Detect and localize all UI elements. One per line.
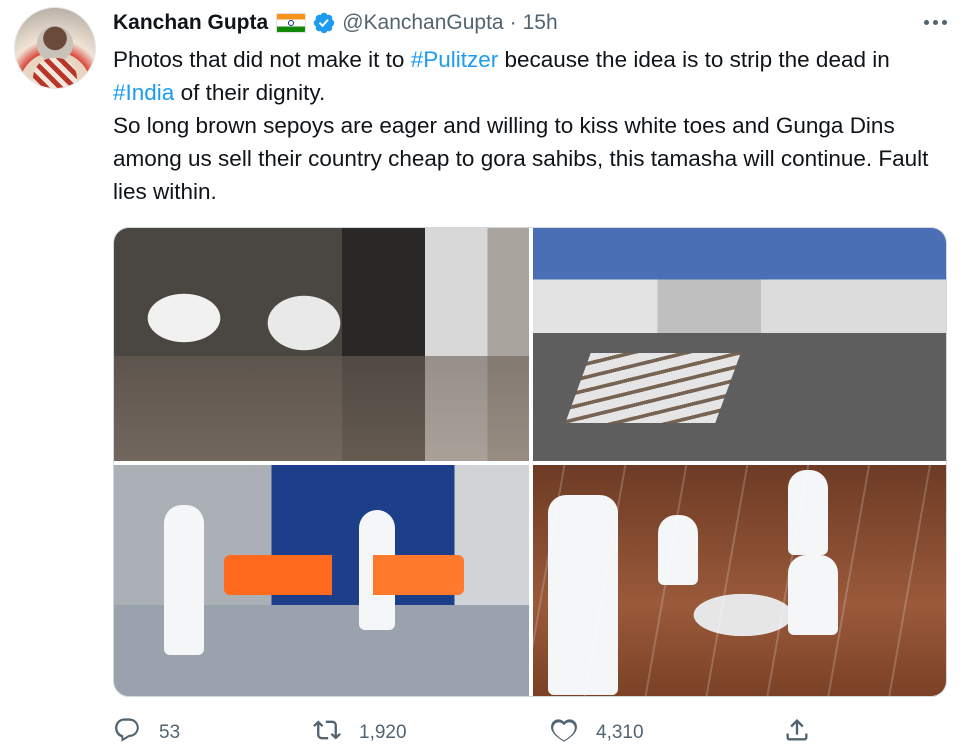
retweet-button[interactable]: 1,920 — [313, 715, 407, 751]
tweet-text-line-2: So long brown sepoys are eager and willi… — [113, 113, 929, 204]
ppe-worker-figure — [788, 555, 838, 635]
text-segment: Photos that did not make it to — [113, 47, 411, 72]
india-flag-icon — [276, 13, 307, 33]
ppe-worker-figure — [164, 505, 204, 655]
timestamp[interactable]: 15h — [523, 11, 558, 35]
avatar[interactable] — [14, 7, 96, 89]
reply-button[interactable]: 53 — [113, 715, 180, 751]
heart-icon — [550, 716, 578, 750]
separator-dot: · — [509, 11, 517, 34]
photo-1[interactable] — [114, 228, 529, 461]
tweet-text: Photos that did not make it to #Pulitzer… — [113, 43, 953, 208]
like-button[interactable]: 4,310 — [550, 715, 644, 751]
author-name[interactable]: Kanchan Gupta — [113, 11, 268, 35]
photo-4[interactable] — [533, 465, 946, 696]
ppe-worker-figure — [359, 510, 395, 630]
retweet-count: 1,920 — [359, 722, 407, 743]
retweet-icon — [313, 716, 341, 750]
hashtag-india-link[interactable]: #India — [113, 80, 174, 105]
tweet-text-line-1: Photos that did not make it to #Pulitzer… — [113, 43, 953, 109]
share-button[interactable] — [783, 715, 811, 751]
reply-icon — [113, 716, 141, 750]
photo-2[interactable] — [533, 228, 946, 461]
ppe-worker-figure — [658, 515, 698, 585]
more-options-icon[interactable] — [921, 10, 949, 34]
tweet-header: Kanchan Gupta @KanchanGupta · 15h — [113, 8, 558, 38]
like-count: 4,310 — [596, 722, 644, 743]
media-grid — [113, 227, 947, 697]
hashtag-pulitzer-link[interactable]: #Pulitzer — [411, 47, 499, 72]
text-segment: of their dignity. — [174, 80, 326, 105]
text-segment: because the idea is to strip the dead in — [498, 47, 890, 72]
author-handle[interactable]: @KanchanGupta — [342, 11, 503, 35]
tweet-actions: 53 1,920 4,310 — [113, 715, 833, 751]
verified-badge-icon — [312, 11, 336, 35]
ppe-worker-figure — [788, 470, 828, 555]
tweet-card: Kanchan Gupta @KanchanGupta · 15h Photos… — [0, 0, 971, 756]
share-icon — [783, 716, 811, 750]
photo-3[interactable] — [114, 465, 529, 696]
reply-count: 53 — [159, 722, 181, 743]
ppe-worker-figure — [548, 495, 618, 695]
